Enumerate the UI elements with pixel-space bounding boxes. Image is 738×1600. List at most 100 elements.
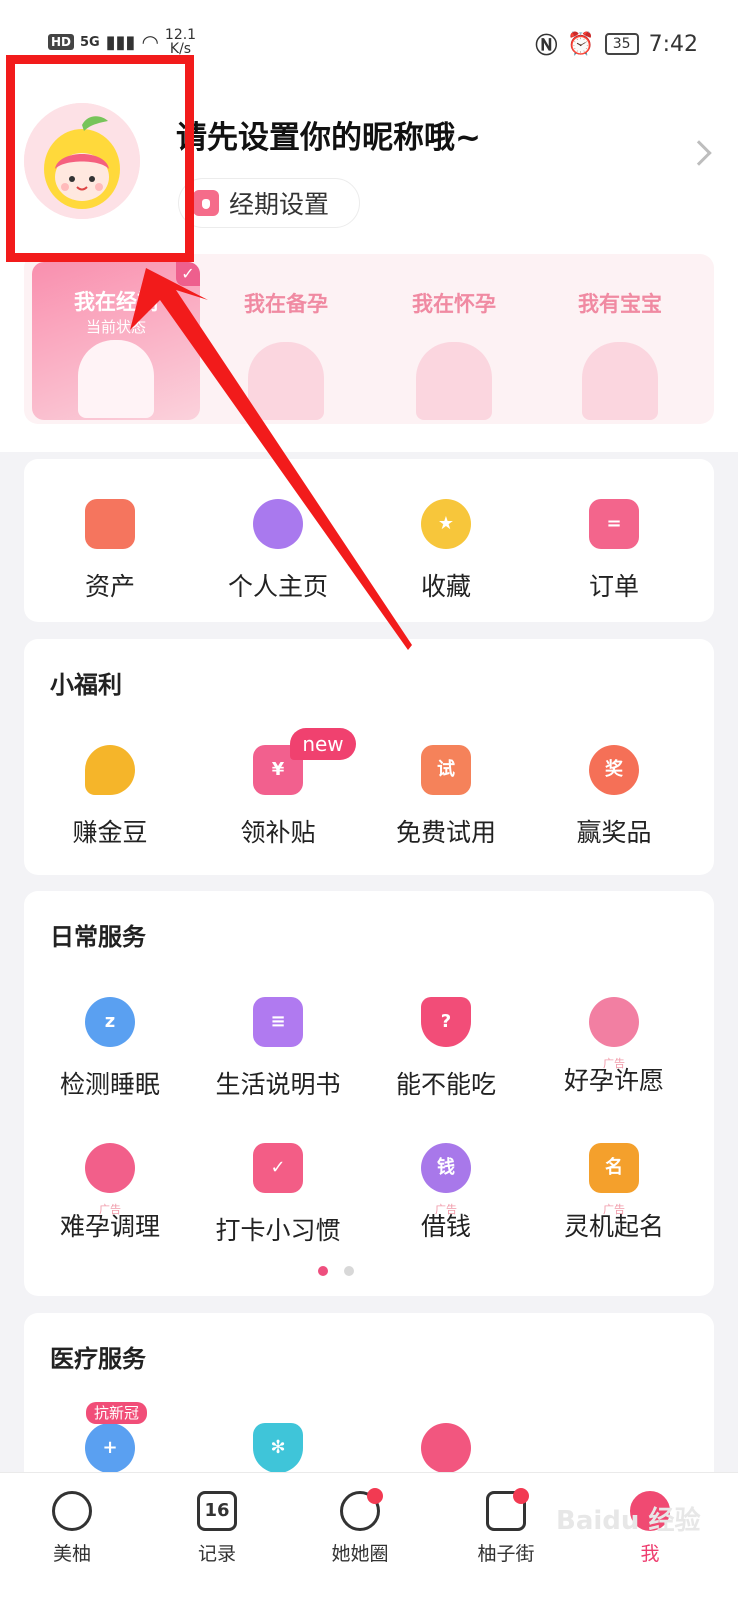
watermark: Baidu 经验	[556, 1506, 701, 1536]
stage-label: 我有宝宝	[578, 292, 662, 316]
quick-item-label: 个人主页	[227, 572, 328, 601]
pregnancy-test-illustration-icon	[248, 342, 324, 420]
person-icon	[253, 499, 303, 549]
daily-item-wish[interactable]: 广告 好孕许愿	[528, 997, 700, 1097]
notification-dot	[513, 1488, 529, 1504]
ad-label: 广告	[99, 1203, 121, 1216]
welfare-item-subsidy[interactable]: ¥ 领补贴	[192, 745, 364, 849]
welfare-card: 小福利 赚金豆 ¥ 领补贴 试 免费试用 奖 赢奖品	[24, 639, 714, 875]
mother-baby-illustration-icon	[582, 342, 658, 420]
daily-item-label: 打卡小习惯	[215, 1216, 341, 1245]
welfare-item-prizes[interactable]: 奖 赢奖品	[528, 745, 700, 849]
medical-item-protection[interactable]: ✻	[192, 1423, 364, 1473]
money-bag-icon: 钱	[421, 1143, 471, 1193]
stage-label: 我在经期	[74, 290, 158, 314]
clock: 7:42	[648, 31, 698, 57]
herb-pot-icon	[85, 1143, 135, 1193]
tab-label: 美柚	[52, 1543, 91, 1565]
quick-item-assets[interactable]: 资产	[24, 499, 196, 603]
anti-covid-badge: 抗新冠	[86, 1402, 148, 1424]
highlight-box	[6, 55, 194, 262]
battery-icon: 35	[604, 33, 639, 55]
quick-item-label: 订单	[588, 572, 639, 601]
ad-label: 广告	[603, 1057, 625, 1070]
shop-bag-icon	[486, 1488, 529, 1531]
daily-item-label: 生活说明书	[215, 1070, 341, 1099]
period-settings-label: 经期设置	[229, 190, 330, 219]
stage-current-label: 当前状态	[85, 318, 146, 336]
daily-item-loan[interactable]: 钱 广告 借钱	[360, 1143, 532, 1243]
daily-item-can-eat[interactable]: ? 能不能吃	[360, 997, 532, 1101]
stage-card-period[interactable]: 我在经期 当前状态 ✓	[32, 262, 200, 420]
star-icon: ★	[421, 499, 471, 549]
welfare-item-label: 领补贴	[240, 818, 316, 847]
daily-item-label: 检测睡眠	[59, 1070, 160, 1099]
community-icon	[340, 1488, 383, 1531]
calendar-illustration-icon	[78, 340, 154, 418]
ad-label: 广告	[603, 1203, 625, 1216]
quick-item-orders[interactable]: = 订单	[528, 499, 700, 603]
stage-label: 我在备孕	[244, 292, 328, 316]
tab-label: 我	[640, 1543, 660, 1565]
wallet-icon	[85, 499, 135, 549]
period-settings-button[interactable]: 经期设置	[178, 178, 360, 228]
new-badge: new	[290, 728, 356, 760]
medical-services-title: 医疗服务	[50, 1345, 146, 1373]
welfare-item-label: 免费试用	[395, 818, 496, 847]
wifi-icon: ◠	[141, 30, 159, 54]
prize-flame-icon: 奖	[589, 745, 639, 795]
quick-item-label: 资产	[84, 572, 135, 601]
manual-book-icon: ≡	[253, 997, 303, 1047]
welfare-title: 小福利	[50, 671, 122, 699]
hd-badge: HD	[48, 34, 75, 50]
daily-item-conditioning[interactable]: 广告 难孕调理	[24, 1143, 196, 1243]
stage-label: 我在怀孕	[412, 292, 496, 316]
nickname-prompt[interactable]: 请先设置你的昵称哦~	[176, 112, 481, 157]
ad-label: 广告	[435, 1203, 457, 1216]
tab-meiyou[interactable]: 美柚	[22, 1491, 122, 1566]
welfare-item-earn-beans[interactable]: 赚金豆	[24, 745, 196, 849]
alarm-icon: ⏰	[567, 31, 595, 57]
stage-card-pregnant[interactable]: 我在怀孕	[370, 264, 538, 424]
quick-links-card: 资产 个人主页 ★ 收藏 = 订单	[24, 459, 714, 622]
trial-bag-icon: 试	[421, 745, 471, 795]
daily-item-sleep[interactable]: z 检测睡眠	[24, 997, 196, 1101]
stage-card-preparing[interactable]: 我在备孕	[202, 264, 370, 424]
notification-dot	[367, 1488, 383, 1504]
tab-shop[interactable]: 柚子街	[456, 1488, 556, 1566]
quick-item-favorites[interactable]: ★ 收藏	[360, 499, 532, 603]
tab-record[interactable]: 16 记录	[167, 1491, 267, 1566]
sleep-moon-icon: z	[85, 997, 135, 1047]
period-calendar-icon	[193, 190, 219, 216]
shield-virus-icon: ✻	[253, 1423, 303, 1473]
bowl-icon: ?	[421, 997, 471, 1047]
check-icon: ✓	[176, 262, 200, 286]
daily-services-title: 日常服务	[50, 923, 146, 951]
quick-item-label: 收藏	[420, 572, 471, 601]
calendar-16-icon: 16	[197, 1491, 237, 1531]
medical-item-consult[interactable]: +	[24, 1423, 196, 1473]
quick-item-homepage[interactable]: 个人主页	[192, 499, 364, 603]
tab-label: 记录	[197, 1543, 236, 1565]
page-dot-active	[318, 1266, 328, 1276]
daily-item-manual[interactable]: ≡ 生活说明书	[192, 997, 364, 1101]
pregnant-woman-illustration-icon	[416, 342, 492, 420]
signal-icon: ▮▮▮	[105, 31, 136, 53]
daily-item-habits[interactable]: ✓ 打卡小习惯	[192, 1143, 364, 1247]
wish-icon	[589, 997, 639, 1047]
life-stage-selector: 我在经期 当前状态 ✓ 我在备孕 我在怀孕 我有宝宝	[24, 254, 714, 424]
net-speed: 12.1 K/s	[165, 28, 196, 56]
stage-card-baby[interactable]: 我有宝宝	[536, 264, 704, 424]
grapefruit-icon	[52, 1491, 92, 1531]
tab-label: 她她圈	[331, 1543, 389, 1565]
tab-label: 柚子街	[477, 1543, 535, 1565]
tab-community[interactable]: 她她圈	[310, 1488, 410, 1566]
daily-item-naming[interactable]: 名 广告 灵机起名	[528, 1143, 700, 1243]
checkin-calendar-icon: ✓	[253, 1143, 303, 1193]
welfare-item-free-trial[interactable]: 试 免费试用	[360, 745, 532, 849]
order-icon: =	[589, 499, 639, 549]
bean-icon	[85, 745, 135, 795]
vaccine-syringe-icon	[421, 1423, 471, 1473]
medical-item-vaccine[interactable]	[360, 1423, 532, 1473]
medical-chat-icon: +	[85, 1423, 135, 1473]
